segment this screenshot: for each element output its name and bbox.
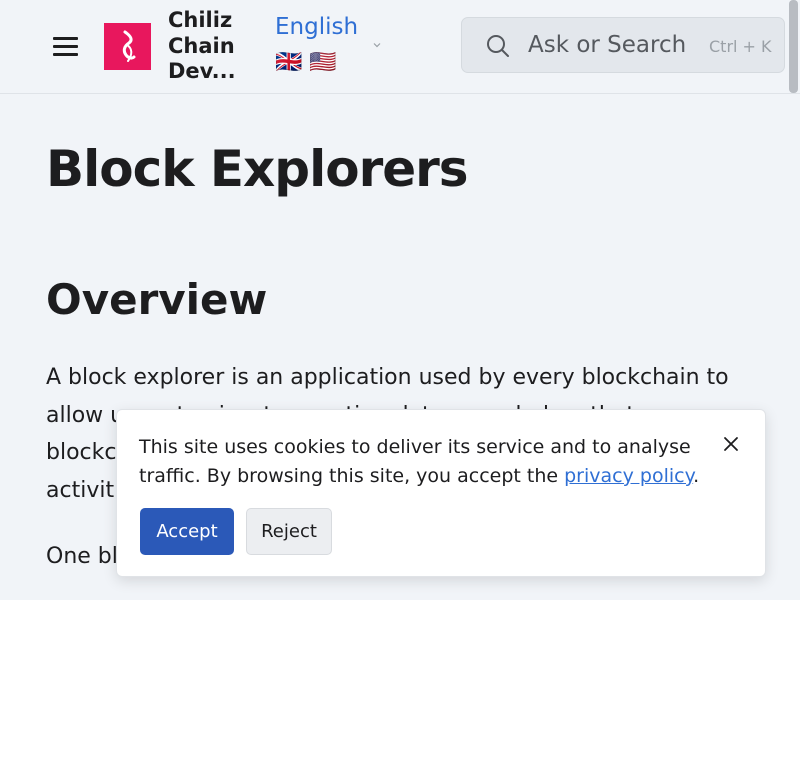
search-placeholder: Ask or Search — [528, 32, 687, 58]
scrollbar-thumb[interactable] — [789, 0, 798, 93]
section-heading-overview: Overview — [46, 275, 268, 324]
language-selector[interactable]: English 🇬🇧 🇺🇸 — [275, 13, 358, 77]
cookie-message-end: . — [693, 465, 700, 487]
search-input[interactable]: Ask or Search Ctrl + K — [461, 17, 785, 73]
chevron-down-icon[interactable] — [372, 41, 382, 49]
accept-cookies-button[interactable]: Accept — [140, 508, 234, 555]
language-flags: 🇬🇧 🇺🇸 — [275, 50, 337, 75]
menu-icon-line — [53, 37, 78, 40]
top-header: Chiliz Chain Dev... English 🇬🇧 🇺🇸 Ask or… — [0, 0, 800, 94]
privacy-policy-link[interactable]: privacy policy — [564, 465, 693, 487]
menu-icon-line — [53, 45, 78, 48]
language-label: English — [275, 14, 359, 40]
page-viewport: Chiliz Chain Dev... English 🇬🇧 🇺🇸 Ask or… — [0, 0, 800, 600]
chiliz-logo[interactable] — [104, 23, 151, 70]
menu-icon-line — [53, 53, 78, 56]
reject-cookies-button[interactable]: Reject — [246, 508, 332, 555]
cookie-message: This site uses cookies to deliver its se… — [139, 433, 709, 491]
close-icon[interactable] — [722, 435, 740, 453]
page-title: Block Explorers — [46, 140, 469, 198]
search-shortcut-hint: Ctrl + K — [709, 37, 772, 56]
chiliz-logo-icon — [122, 30, 135, 62]
cookie-consent-banner: This site uses cookies to deliver its se… — [116, 409, 766, 577]
search-icon — [487, 35, 509, 57]
site-title[interactable]: Chiliz Chain Dev... — [168, 8, 248, 85]
hamburger-menu-button[interactable] — [52, 34, 80, 58]
